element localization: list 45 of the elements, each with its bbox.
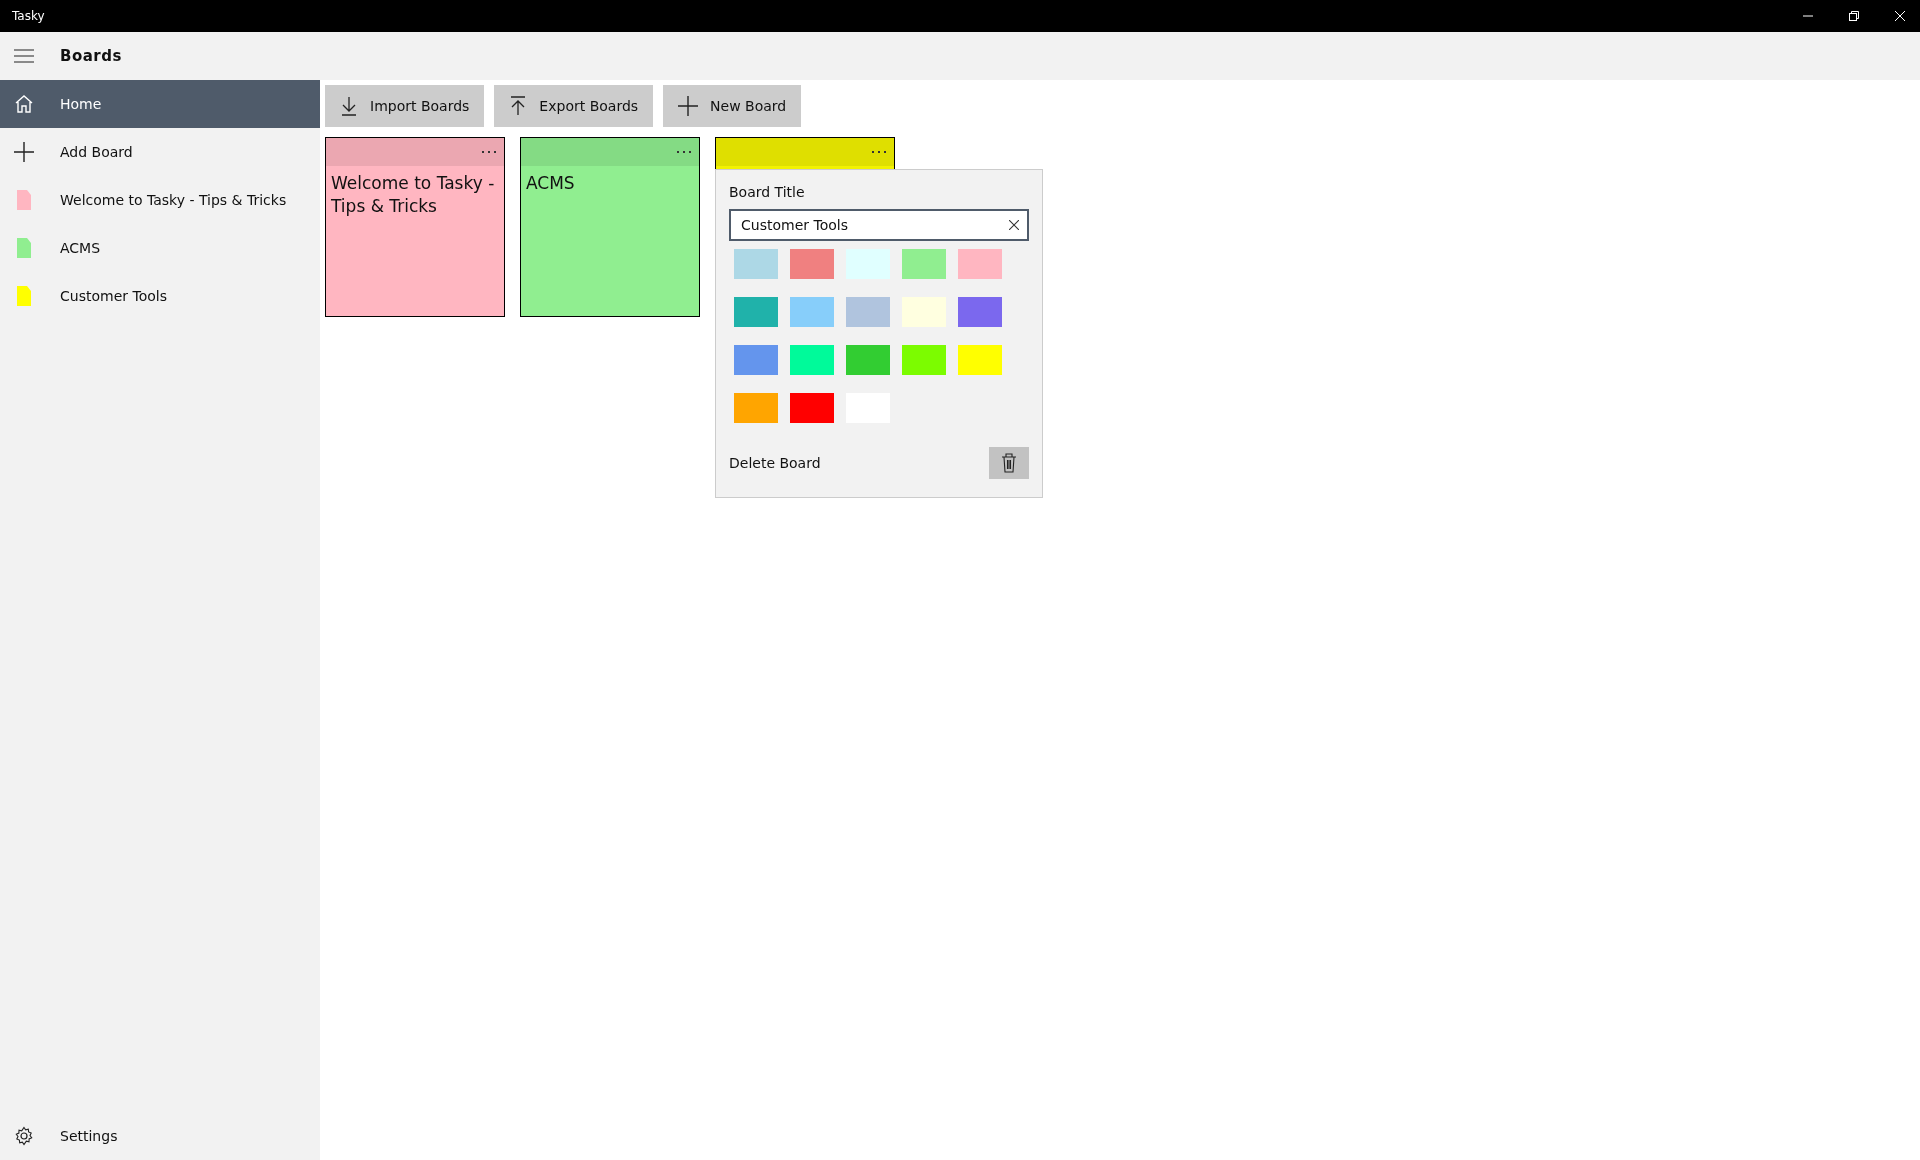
color-swatch[interactable] (958, 297, 1002, 327)
sidebar-item[interactable]: Home (0, 80, 320, 128)
window-title: Tasky (11, 9, 45, 23)
clear-icon[interactable] (1009, 220, 1019, 230)
trash-icon (1001, 453, 1017, 473)
card-title: ACMS (525, 172, 576, 195)
close-icon[interactable] (1894, 10, 1906, 22)
sidebar-item[interactable]: Customer Tools (0, 272, 320, 320)
sidebar-item[interactable]: Welcome to Tasky - Tips & Tricks (0, 176, 320, 224)
menu-icon[interactable] (14, 49, 34, 63)
board-card[interactable]: Welcome to Tasky - Tips & Tricks (325, 137, 505, 317)
home-icon (14, 94, 34, 114)
settings-icon (14, 1126, 34, 1146)
color-swatch[interactable] (734, 297, 778, 327)
color-swatch[interactable] (790, 297, 834, 327)
color-swatch[interactable] (790, 249, 834, 279)
toolbar-button[interactable]: New Board (663, 85, 802, 127)
delete-button[interactable] (989, 447, 1029, 479)
color-swatch[interactable] (734, 393, 778, 423)
upload-icon (509, 96, 528, 116)
color-swatch[interactable] (790, 345, 834, 375)
sidebar-item[interactable]: ACMS (0, 224, 320, 272)
toolbar-button[interactable]: Import Boards (325, 85, 485, 127)
toolbar-button[interactable]: Export Boards (494, 85, 654, 127)
color-swatch[interactable] (846, 297, 890, 327)
restore-icon[interactable] (1848, 10, 1860, 22)
field-label: Board Title (729, 184, 806, 200)
color-swatch[interactable] (902, 249, 946, 279)
download-icon (340, 96, 358, 116)
color-swatch[interactable] (734, 249, 778, 279)
delete-label: Delete Board (729, 455, 821, 471)
color-swatch[interactable] (958, 249, 1002, 279)
plus-icon (14, 142, 34, 162)
board-card[interactable]: ACMS (520, 137, 700, 317)
color-swatch[interactable] (958, 345, 1002, 375)
sidebar-item[interactable]: Add Board (0, 128, 320, 176)
page-title: Boards (60, 47, 122, 65)
color-swatch[interactable] (734, 345, 778, 375)
card-title: Welcome to Tasky - Tips & Tricks (330, 172, 496, 218)
board-title-field[interactable]: Customer Tools (729, 209, 1029, 241)
plus-icon (678, 96, 699, 116)
color-swatch[interactable] (846, 345, 890, 375)
settings-item[interactable]: Settings (0, 1112, 320, 1160)
color-swatch[interactable] (902, 345, 946, 375)
color-swatch[interactable] (790, 393, 834, 423)
